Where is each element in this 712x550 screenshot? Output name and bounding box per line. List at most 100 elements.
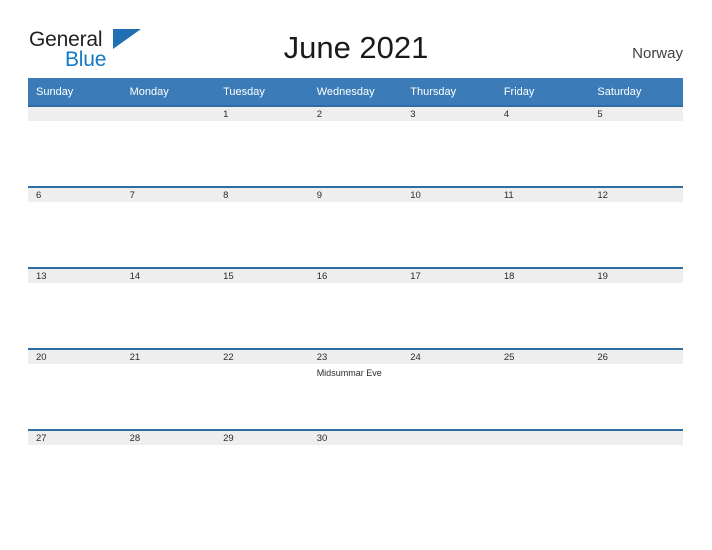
day-cell[interactable]: 2: [308, 105, 403, 186]
day-number: 8: [215, 186, 309, 202]
day-number: [495, 429, 590, 445]
calendar-cell: [495, 429, 590, 469]
day-cell[interactable]: 18: [495, 267, 590, 348]
day-number: 26: [589, 348, 683, 364]
calendar-cell: 1: [215, 105, 309, 186]
day-number: 13: [28, 267, 122, 283]
day-cell-empty: [28, 105, 122, 186]
day-number: 23: [308, 348, 403, 364]
day-cell[interactable]: 10: [402, 186, 496, 267]
day-cell[interactable]: 25: [495, 348, 590, 429]
day-cell[interactable]: 6: [28, 186, 122, 267]
day-cell[interactable]: 27: [28, 429, 122, 469]
day-number: 9: [308, 186, 403, 202]
day-cell-empty: [589, 429, 683, 469]
day-cell[interactable]: 15: [215, 267, 309, 348]
calendar-cell: 19: [589, 267, 683, 348]
day-cell[interactable]: 23 Midsummar Eve: [308, 348, 403, 429]
page-title: June 2021: [283, 30, 429, 65]
calendar-cell: 13: [28, 267, 122, 348]
calendar-cell: 27: [28, 429, 122, 469]
day-cell[interactable]: 13: [28, 267, 122, 348]
day-number: 7: [121, 186, 216, 202]
day-number: [121, 105, 216, 121]
day-number: [402, 429, 496, 445]
day-cell[interactable]: 17: [402, 267, 496, 348]
day-number: 17: [402, 267, 496, 283]
calendar-week-row: 20 21 22 23 Midsummar Eve 24 25 26: [28, 348, 683, 429]
calendar-cell: 28: [121, 429, 216, 469]
calendar-cell: 12: [589, 186, 683, 267]
day-number: 19: [589, 267, 683, 283]
calendar-week-row: 6 7 8 9 10 11 12: [28, 186, 683, 267]
calendar-cell: [402, 429, 496, 469]
day-number: 1: [215, 105, 309, 121]
weekday-header-monday: Monday: [121, 78, 216, 105]
holiday-label: Midsummar Eve: [316, 368, 382, 378]
day-cell[interactable]: 14: [121, 267, 216, 348]
day-number: 20: [28, 348, 122, 364]
day-cell[interactable]: 7: [121, 186, 216, 267]
calendar-table: Sunday Monday Tuesday Wednesday Thursday…: [28, 78, 683, 469]
day-cell[interactable]: 9: [308, 186, 403, 267]
day-cell[interactable]: 5: [589, 105, 683, 186]
day-number: 28: [121, 429, 216, 445]
weekday-header-wednesday: Wednesday: [308, 78, 403, 105]
day-number: 14: [121, 267, 216, 283]
calendar: Sunday Monday Tuesday Wednesday Thursday…: [28, 78, 683, 469]
day-cell[interactable]: 28: [121, 429, 216, 469]
calendar-cell: 14: [121, 267, 216, 348]
calendar-cell: 3: [402, 105, 496, 186]
day-number: 11: [495, 186, 590, 202]
calendar-cell: 30: [308, 429, 403, 469]
calendar-cell: 23 Midsummar Eve: [308, 348, 403, 429]
day-number: 15: [215, 267, 309, 283]
day-cell[interactable]: 16: [308, 267, 403, 348]
weekday-header-friday: Friday: [495, 78, 590, 105]
calendar-cell: 11: [495, 186, 590, 267]
calendar-body: 1 2 3 4 5 6 7 8 9 10 11 12 13 14 15 16 17 18 19 20 21 22 23 Mid…: [28, 105, 683, 469]
day-cell-empty: [121, 105, 216, 186]
calendar-cell: 17: [402, 267, 496, 348]
day-cell[interactable]: 8: [215, 186, 309, 267]
calendar-cell: [121, 105, 216, 186]
day-cell[interactable]: 30: [308, 429, 403, 469]
day-number: [28, 105, 122, 121]
day-events: Midsummar Eve: [309, 364, 403, 379]
day-cell-empty: [495, 429, 590, 469]
day-number: 29: [215, 429, 309, 445]
calendar-cell: 15: [215, 267, 309, 348]
day-cell[interactable]: 11: [495, 186, 590, 267]
day-cell[interactable]: 1: [215, 105, 309, 186]
day-cell[interactable]: 21: [121, 348, 216, 429]
day-number: 27: [28, 429, 122, 445]
calendar-cell: 10: [402, 186, 496, 267]
day-cell[interactable]: 12: [589, 186, 683, 267]
day-cell[interactable]: 4: [495, 105, 590, 186]
calendar-cell: 16: [308, 267, 403, 348]
day-cell[interactable]: 29: [215, 429, 309, 469]
weekday-header-tuesday: Tuesday: [215, 78, 309, 105]
calendar-cell: 22: [215, 348, 309, 429]
day-cell[interactable]: 3: [402, 105, 496, 186]
calendar-week-row: 12345: [28, 105, 683, 186]
page-header: General Blue June 2021 Norway: [0, 0, 712, 78]
region-label: Norway: [632, 45, 683, 62]
day-cell[interactable]: 24: [402, 348, 496, 429]
day-number: 18: [495, 267, 590, 283]
day-cell[interactable]: 22: [215, 348, 309, 429]
day-number: 25: [495, 348, 590, 364]
day-cell[interactable]: 20: [28, 348, 122, 429]
calendar-cell: 8: [215, 186, 309, 267]
calendar-cell: 4: [495, 105, 590, 186]
day-cell[interactable]: 26: [589, 348, 683, 429]
calendar-header-row: Sunday Monday Tuesday Wednesday Thursday…: [28, 78, 683, 105]
calendar-week-row: 27 28 29 30: [28, 429, 683, 469]
calendar-cell: 21: [121, 348, 216, 429]
calendar-cell: 25: [495, 348, 590, 429]
day-number: 4: [495, 105, 590, 121]
day-cell[interactable]: 19: [589, 267, 683, 348]
day-number: 2: [308, 105, 403, 121]
calendar-cell: 20: [28, 348, 122, 429]
calendar-cell: [589, 429, 683, 469]
